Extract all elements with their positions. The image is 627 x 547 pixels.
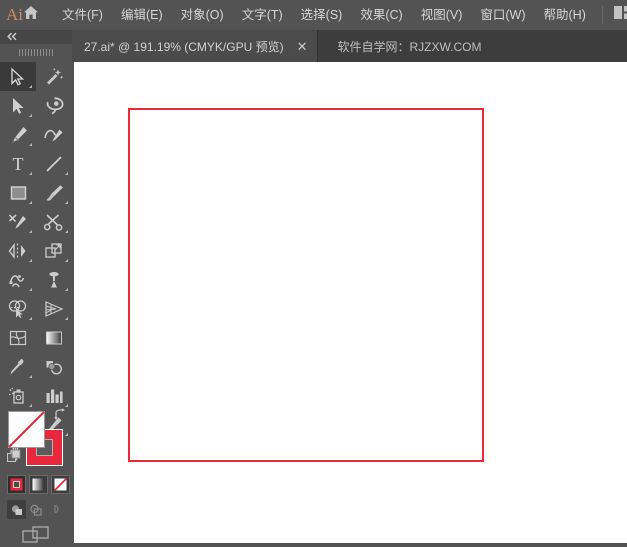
tool-flyout-indicator: [29, 375, 32, 378]
rotate-reflect-tool[interactable]: [0, 236, 36, 265]
menu-object[interactable]: 对象(O): [172, 0, 233, 30]
tool-flyout-indicator: [65, 201, 68, 204]
eyedropper-tool[interactable]: [0, 352, 36, 381]
color-controls: [0, 405, 72, 543]
paintbrush-tool[interactable]: [36, 178, 72, 207]
home-button[interactable]: [23, 5, 39, 25]
double-chevron-left-icon: [6, 28, 19, 46]
line-segment-tool[interactable]: [36, 149, 72, 178]
tool-flyout-indicator: [29, 288, 32, 291]
menu-edit[interactable]: 编辑(E): [112, 0, 172, 30]
shape-builder-tool[interactable]: [0, 294, 36, 323]
scissors-tool[interactable]: [36, 207, 72, 236]
tool-flyout-indicator: [29, 201, 32, 204]
pen-tool[interactable]: [0, 120, 36, 149]
close-icon[interactable]: ✕: [297, 40, 308, 53]
tool-flyout-indicator: [29, 317, 32, 320]
menubar-divider-right: [601, 6, 603, 24]
magic-wand-tool[interactable]: [36, 62, 72, 91]
drag-grip-icon: [19, 48, 53, 56]
draw-behind-button[interactable]: [26, 500, 45, 519]
menu-file[interactable]: 文件(F): [53, 0, 112, 30]
gradient-tool[interactable]: [36, 323, 72, 352]
workspace-switcher-button[interactable]: [610, 5, 627, 25]
menu-effect[interactable]: 效果(C): [351, 0, 411, 30]
toolbar-collapse-button[interactable]: [0, 30, 72, 44]
menu-help[interactable]: 帮助(H): [535, 0, 595, 30]
none-mode-button[interactable]: [51, 475, 70, 494]
tool-flyout-indicator: [65, 259, 68, 262]
tool-flyout-indicator: [65, 230, 68, 233]
draw-normal-button[interactable]: [7, 500, 26, 519]
menu-view[interactable]: 视图(V): [412, 0, 472, 30]
draw-mode-buttons: [7, 500, 64, 519]
tool-flyout-indicator: [29, 172, 32, 175]
width-warp-tool[interactable]: [0, 265, 36, 294]
blend-tool[interactable]: [36, 352, 72, 381]
home-icon: [23, 5, 39, 25]
svg-text:T: T: [13, 154, 24, 174]
swap-fill-stroke-icon[interactable]: [53, 408, 66, 426]
menu-window[interactable]: 窗口(W): [471, 0, 534, 30]
draw-inside-button[interactable]: [45, 500, 64, 519]
workspace-layout-icon: [613, 5, 627, 25]
menu-items: 文件(F) 编辑(E) 对象(O) 文字(T) 选择(S) 效果(C) 视图(V…: [53, 0, 595, 30]
screen-mode-button[interactable]: [0, 525, 72, 547]
screen-mode-icon: [22, 526, 49, 543]
tool-flyout-indicator: [29, 143, 32, 146]
illustrator-window: Ai 文件(F) 编辑(E) 对象(O) 文字(T) 选择(S) 效果(C) 视…: [0, 0, 627, 543]
direct-selection-tool[interactable]: [0, 91, 36, 120]
document-tab-bar: 27.ai* @ 191.19% (CMYK/GPU 预览) ✕ 软件自学网：R…: [72, 30, 627, 62]
tool-flyout-indicator: [65, 288, 68, 291]
artboard-canvas[interactable]: [74, 62, 627, 543]
none-slash-icon: [8, 411, 45, 448]
paint-mode-buttons: [7, 475, 70, 494]
selection-tool[interactable]: [0, 62, 36, 91]
menu-type[interactable]: 文字(T): [233, 0, 292, 30]
menu-select[interactable]: 选择(S): [292, 0, 352, 30]
tool-flyout-indicator: [65, 172, 68, 175]
ai-logo: Ai: [6, 5, 23, 24]
rectangle-tool[interactable]: [0, 178, 36, 207]
mesh-tool[interactable]: [0, 323, 36, 352]
tool-flyout-indicator: [29, 259, 32, 262]
tool-flyout-indicator: [29, 114, 32, 117]
menubar-right-group: [595, 5, 627, 25]
document-tab[interactable]: 27.ai* @ 191.19% (CMYK/GPU 预览) ✕: [72, 30, 318, 62]
tool-flyout-indicator: [29, 230, 32, 233]
free-transform-tool[interactable]: [36, 265, 72, 294]
tool-flyout-indicator: [29, 85, 32, 88]
default-fill-stroke-icon[interactable]: [7, 449, 21, 468]
watermark-text: 软件自学网：RJZXW.COM: [337, 39, 482, 54]
toolbar-drag-grip[interactable]: [0, 44, 72, 60]
scale-shear-tool[interactable]: [36, 236, 72, 265]
perspective-grid-tool[interactable]: [36, 294, 72, 323]
lasso-tool[interactable]: [36, 91, 72, 120]
tools-panel: T: [0, 30, 72, 543]
type-tool[interactable]: T: [0, 149, 36, 178]
color-mode-button[interactable]: [7, 475, 26, 494]
document-tab-title: 27.ai* @ 191.19% (CMYK/GPU 预览): [84, 39, 284, 54]
fill-swatch[interactable]: [8, 411, 45, 448]
tool-flyout-indicator: [65, 317, 68, 320]
fill-stroke-swatches: [0, 405, 72, 471]
menu-bar: Ai 文件(F) 编辑(E) 对象(O) 文字(T) 选择(S) 效果(C) 视…: [0, 0, 627, 30]
red-stroked-rectangle[interactable]: [128, 108, 484, 462]
curvature-tool[interactable]: [36, 120, 72, 149]
shaper-tool[interactable]: [0, 207, 36, 236]
gradient-mode-button[interactable]: [29, 475, 48, 494]
